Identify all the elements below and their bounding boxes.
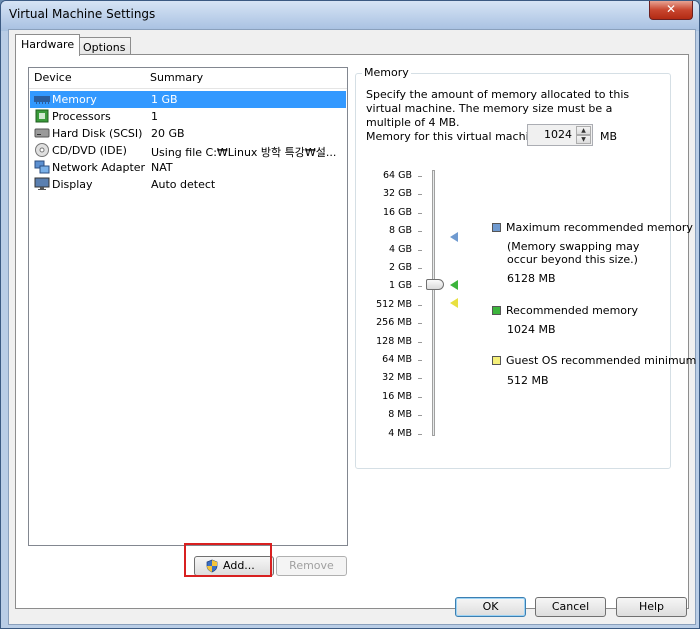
memory-spinner[interactable]: 1024 ▲ ▼: [527, 124, 593, 146]
memory-scale-tick: [418, 231, 422, 233]
device-summary: Auto detect: [151, 178, 216, 191]
window-title: Virtual Machine Settings: [9, 7, 156, 21]
column-header-summary[interactable]: Summary: [150, 71, 203, 84]
memory-scale-label: 2 GB: [389, 262, 412, 273]
guest-min-label: Guest OS recommended minimum: [506, 354, 697, 367]
memory-scale-tick: [418, 323, 422, 325]
device-summary: 1 GB: [151, 93, 178, 106]
hardware-tab-panel: Device Summary Memory 1 GB Processors 1 …: [15, 54, 689, 609]
memory-slider-track[interactable]: [432, 170, 435, 436]
max-recommended-legend-icon: [492, 223, 501, 232]
memory-scale-label: 8 GB: [389, 225, 412, 237]
memory-scale-tick: [418, 304, 422, 306]
memory-scale-label: 64 MB: [382, 354, 412, 365]
memory-scale-label: 32 MB: [382, 372, 412, 384]
device-row-display[interactable]: Display Auto detect: [30, 176, 346, 193]
memory-scale-tick: [418, 433, 422, 435]
memory-scale-label: 16 MB: [382, 390, 412, 402]
tab-hardware-label: Hardware: [21, 38, 75, 51]
memory-scale-label: 4 MB: [388, 427, 412, 439]
memory-scale-label: 256 MB: [376, 317, 412, 329]
cd-dvd-icon: [35, 143, 49, 157]
device-summary: NAT: [151, 161, 173, 174]
max-recommended-note-1: (Memory swapping may: [507, 240, 640, 253]
close-button[interactable]: ✕: [649, 1, 693, 20]
spinner-up-arrow-icon[interactable]: ▲: [576, 126, 591, 135]
memory-scale-tick: [418, 176, 422, 177]
max-recommended-label: Maximum recommended memory: [506, 221, 693, 234]
device-list[interactable]: Device Summary Memory 1 GB Processors 1 …: [28, 67, 348, 546]
guest-min-legend-icon: [492, 356, 501, 365]
tab-options-label: Options: [83, 41, 126, 54]
help-button[interactable]: Help: [616, 597, 687, 617]
add-button-highlight: [184, 543, 272, 577]
recommended-marker-icon: [450, 280, 458, 290]
memory-scale-tick: [418, 194, 422, 196]
guest-min-value: 512 MB: [507, 374, 549, 387]
guest-min-marker-icon: [450, 298, 458, 308]
memory-icon: [34, 96, 50, 104]
title-bar[interactable]: Virtual Machine Settings ✕: [1, 1, 699, 29]
memory-scale-tick: [418, 268, 422, 269]
max-recommended-note-2: occur beyond this size.): [507, 253, 638, 266]
device-summary: Using file C:₩Linux 방학 특강₩설...: [151, 146, 337, 159]
virtual-machine-settings-window: Virtual Machine Settings ✕ Hardware Opti…: [0, 0, 700, 629]
device-row-network-adapter[interactable]: Network Adapter NAT: [30, 159, 346, 176]
memory-scale-tick: [418, 396, 422, 398]
memory-scale-tick: [418, 360, 422, 361]
memory-scale-tick: [418, 378, 422, 380]
processor-icon: [35, 109, 49, 123]
device-row-cd-dvd[interactable]: CD/DVD (IDE) Using file C:₩Linux 방학 특강₩설…: [30, 142, 346, 159]
device-name: CD/DVD (IDE): [52, 144, 127, 157]
device-row-processors[interactable]: Processors 1: [30, 108, 346, 125]
network-adapter-icon: [34, 160, 50, 174]
memory-description: Specify the amount of memory allocated t…: [366, 88, 630, 129]
recommended-label: Recommended memory: [506, 304, 639, 317]
memory-scale-tick: [418, 249, 422, 251]
recommended-legend-icon: [492, 306, 501, 315]
recommended-value: 1024 MB: [507, 323, 556, 336]
device-name: Network Adapter: [52, 161, 146, 174]
device-name: Display: [52, 178, 93, 191]
max-recommended-marker-icon: [450, 232, 458, 242]
memory-scale-tick: [418, 415, 422, 417]
max-recommended-value: 6128 MB: [507, 272, 556, 285]
device-list-header: Device Summary: [29, 68, 347, 89]
memory-scale-label: 8 MB: [388, 409, 412, 421]
ok-button[interactable]: OK: [455, 597, 526, 617]
device-row-memory[interactable]: Memory 1 GB: [30, 91, 346, 108]
column-header-device[interactable]: Device: [34, 71, 72, 84]
device-summary: 1: [151, 110, 158, 123]
memory-field-label: Memory for this virtual machine:: [366, 130, 547, 143]
memory-scale-label: 1 GB: [389, 280, 412, 292]
device-name: Memory: [52, 93, 97, 106]
memory-scale-label: 32 GB: [383, 188, 412, 200]
memory-scale-tick: [418, 212, 422, 214]
memory-scale-label: 16 GB: [383, 206, 412, 218]
device-summary: 20 GB: [151, 127, 185, 140]
device-name: Hard Disk (SCSI): [52, 127, 143, 140]
memory-scale-tick: [418, 341, 422, 343]
display-icon: [34, 177, 50, 190]
device-name: Processors: [52, 110, 111, 123]
memory-scale-label: 128 MB: [376, 335, 412, 347]
memory-value-input[interactable]: 1024: [544, 128, 572, 141]
memory-scale-label: 512 MB: [376, 298, 412, 310]
memory-scale-tick: [418, 286, 422, 288]
dialog-client-area: Hardware Options Device Summary Memory 1…: [8, 29, 696, 625]
tab-hardware[interactable]: Hardware: [15, 34, 81, 56]
device-row-hard-disk[interactable]: Hard Disk (SCSI) 20 GB: [30, 125, 346, 142]
memory-group-title: Memory: [362, 66, 411, 79]
memory-slider-thumb[interactable]: [426, 279, 444, 290]
remove-button[interactable]: Remove: [276, 556, 347, 576]
hard-disk-icon: [34, 128, 50, 138]
memory-scale-label: 4 GB: [389, 243, 412, 255]
cancel-button[interactable]: Cancel: [535, 597, 606, 617]
spinner-down-arrow-icon[interactable]: ▼: [576, 135, 591, 144]
memory-unit: MB: [600, 130, 618, 143]
memory-scale-label: 64 GB: [383, 170, 412, 181]
